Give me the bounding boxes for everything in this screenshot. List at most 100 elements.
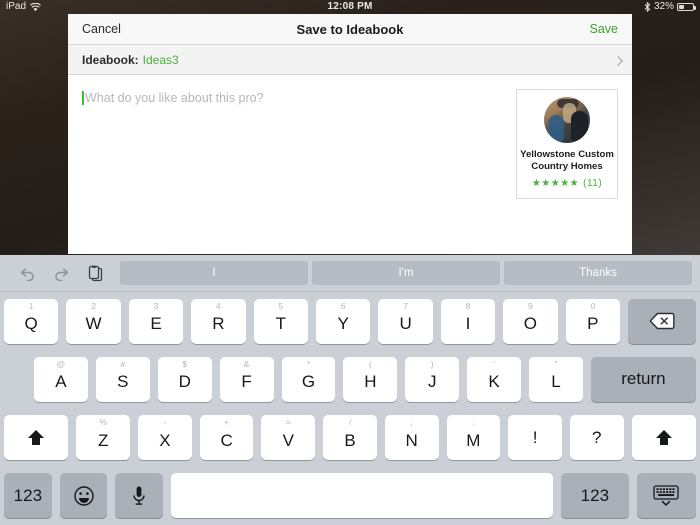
battery-percent-label: 32%: [653, 1, 674, 12]
shift-key-right[interactable]: [631, 415, 697, 461]
suggestion-1[interactable]: I'm: [312, 261, 500, 285]
key-label: O: [523, 314, 538, 334]
key-d[interactable]: $ D: [157, 356, 212, 402]
key-label: W: [85, 314, 102, 334]
key-label: F: [241, 372, 252, 392]
hide-keyboard-key[interactable]: [636, 473, 696, 519]
emoji-key[interactable]: [59, 473, 108, 519]
space-key[interactable]: [171, 473, 553, 519]
key-w[interactable]: 2W: [66, 298, 121, 344]
backspace-key[interactable]: [628, 298, 697, 344]
cancel-button[interactable]: Cancel: [68, 22, 135, 36]
redo-icon[interactable]: [52, 264, 70, 282]
dictation-key[interactable]: [115, 473, 164, 519]
numbers-key-left[interactable]: 123: [4, 473, 52, 519]
status-bar-right: 32%: [644, 0, 696, 14]
key-hint: -: [163, 417, 167, 428]
key-i[interactable]: 8I: [440, 298, 496, 344]
key-q[interactable]: 1Q: [3, 298, 59, 344]
status-bar: iPad 12:08 PM 32%: [0, 0, 700, 14]
key-h[interactable]: (H: [343, 356, 398, 402]
key-r[interactable]: 4R: [191, 298, 246, 344]
key-hint: ': [493, 358, 495, 369]
row2-left-spacer: [4, 357, 26, 402]
key-label: D: [178, 372, 191, 392]
key-o[interactable]: 9O: [503, 298, 558, 344]
save-to-ideabook-sheet: Cancel Save to Ideabook Save Ideabook: I…: [68, 14, 632, 254]
pro-card[interactable]: Yellowstone Custom Country Homes ★★★★★ (…: [516, 89, 618, 199]
key-b[interactable]: / B: [323, 415, 377, 461]
key-label: P: [587, 314, 599, 334]
key-e[interactable]: 3E: [128, 298, 184, 344]
key-label: L: [551, 372, 561, 392]
key-v[interactable]: = V: [261, 415, 316, 461]
pro-avatar-photo: [544, 97, 590, 143]
key-hint: *: [306, 358, 311, 369]
key-s[interactable]: # S: [95, 356, 150, 402]
microphone-icon: [132, 485, 146, 507]
key-l[interactable]: " L: [529, 356, 583, 402]
key-y[interactable]: 6Y: [316, 298, 371, 344]
key-hint: %: [99, 417, 108, 428]
key-a[interactable]: @ A: [34, 356, 88, 402]
comment-placeholder: What do you like about this pro?: [85, 91, 264, 105]
key-hint: ): [430, 358, 434, 369]
review-count: (11): [583, 178, 603, 189]
key-hint: 9: [528, 300, 533, 311]
key-label: T: [275, 314, 286, 334]
suggestion-2[interactable]: Thanks: [504, 261, 692, 285]
suggestion-list: I I'm Thanks: [118, 261, 694, 285]
key-label: R: [212, 314, 225, 334]
key-label: B: [344, 430, 356, 450]
shift-key-left[interactable]: [3, 415, 69, 461]
key-hint: ": [554, 358, 558, 369]
ideabook-selector-row[interactable]: Ideabook: Ideas3: [68, 45, 632, 75]
keyboard-row-4: 123 123: [0, 467, 700, 525]
key-label: A: [55, 372, 67, 392]
key-hint: /: [348, 417, 352, 428]
save-button[interactable]: Save: [576, 22, 633, 36]
key-hint: 6: [340, 300, 346, 311]
key-t[interactable]: 5T: [253, 298, 308, 344]
key-m[interactable]: :M: [446, 415, 501, 461]
key-hint: @: [56, 358, 66, 369]
key-f[interactable]: & F: [219, 356, 274, 402]
numbers-key-right[interactable]: 123: [560, 473, 629, 519]
bluetooth-icon: [644, 2, 651, 12]
key-j[interactable]: ) J: [405, 356, 460, 402]
chevron-right-icon: [613, 55, 623, 66]
onscreen-keyboard: I I'm Thanks 1Q 2W 3E 4R 5T 6Y 7U 8I 9O …: [0, 255, 700, 525]
key-hint: $: [182, 358, 188, 369]
key-n[interactable]: ; N: [384, 415, 439, 461]
ideabook-label: Ideabook:: [82, 52, 139, 67]
key-exclamation[interactable]: !: [508, 415, 562, 461]
key-question[interactable]: ?: [569, 415, 624, 461]
return-key[interactable]: return: [590, 356, 696, 402]
key-label: C: [220, 430, 233, 450]
key-label: Q: [24, 314, 38, 334]
key-label: K: [488, 372, 500, 392]
key-x[interactable]: -X: [138, 415, 192, 461]
text-cursor: [82, 91, 84, 105]
shift-icon: [26, 428, 46, 447]
key-k[interactable]: ' K: [467, 356, 522, 402]
status-bar-clock: 12:08 PM: [327, 1, 373, 12]
undo-icon[interactable]: [18, 264, 36, 282]
key-hint: 7: [403, 300, 408, 311]
suggestion-0[interactable]: I: [120, 261, 308, 285]
key-p[interactable]: 0P: [565, 298, 621, 344]
key-hint: +: [224, 417, 230, 428]
pro-name: Yellowstone Custom Country Homes: [520, 149, 614, 172]
key-c[interactable]: + C: [199, 415, 254, 461]
key-g[interactable]: * G: [281, 356, 336, 402]
key-u[interactable]: 7U: [378, 298, 433, 344]
copy-paste-icon[interactable]: [86, 264, 104, 282]
key-z[interactable]: % Z: [76, 415, 131, 461]
key-label: !: [532, 427, 538, 447]
star-rating-icons: ★★★★★: [531, 178, 580, 189]
battery-icon: [677, 3, 696, 11]
key-label: H: [364, 372, 377, 392]
comment-compose-area[interactable]: What do you like about this pro? Yellows…: [68, 75, 632, 253]
keyboard-row-1: 1Q 2W 3E 4R 5T 6Y 7U 8I 9O 0P: [0, 292, 700, 350]
key-label: J: [427, 372, 437, 392]
